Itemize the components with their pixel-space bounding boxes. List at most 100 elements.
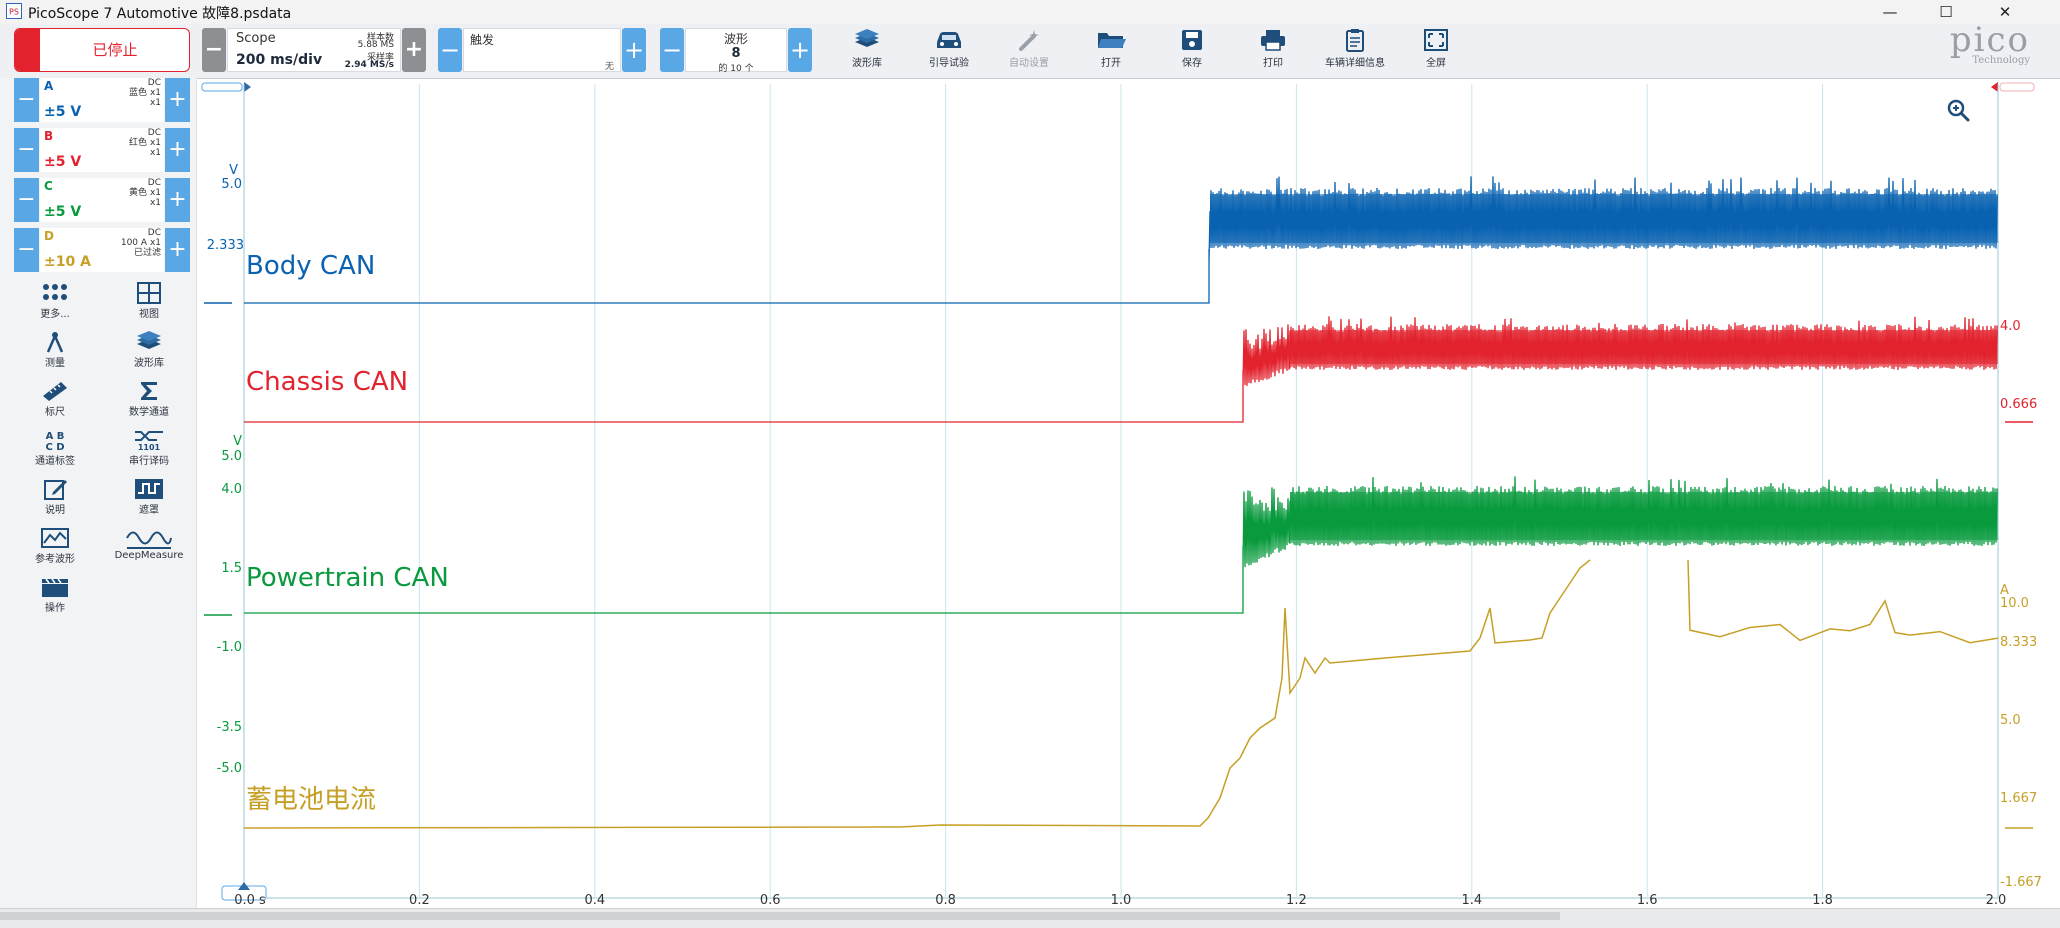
- waveform-of-total: 的 10 个: [718, 64, 754, 74]
- waveform-next-button[interactable]: +: [788, 28, 812, 72]
- axis-value-label: 8.333: [2000, 635, 2037, 650]
- waveform-library-button[interactable]: 波形库: [832, 28, 902, 74]
- trigger-increase-button[interactable]: +: [622, 28, 646, 72]
- window-title: PicoScope 7 Automotive 故障8.psdata: [28, 6, 292, 22]
- channel-d-letter: D: [44, 229, 54, 243]
- logo-wordmark: pico: [1949, 20, 2030, 60]
- deepmeasure-button[interactable]: DeepMeasure: [104, 527, 194, 561]
- channel-d-settings[interactable]: D ±10 A DC 100 A x1 已过滤: [40, 228, 164, 272]
- mask-button[interactable]: 遮罩: [104, 478, 194, 516]
- channel-c-increase-button[interactable]: +: [165, 178, 190, 222]
- channel-c-settings[interactable]: C ±5 V DC 黄色 x1 x1: [40, 178, 164, 222]
- math-channels-button[interactable]: 数学通道: [104, 380, 194, 418]
- zoom-in-icon[interactable]: [1947, 99, 1970, 122]
- channel-labels-label: 通道标签: [35, 456, 75, 467]
- channel-b-burst-fill: [1290, 330, 1998, 364]
- view-button[interactable]: 视图: [104, 282, 194, 320]
- channel-d-meta: DC 100 A x1 已过滤: [120, 228, 161, 258]
- timebase-control[interactable]: Scope 200 ms/div 样本数 5.88 MS 采样率 2.94 MS…: [227, 28, 401, 72]
- time-ruler-marker-right[interactable]: [1991, 82, 1998, 92]
- waveform-library-label: 波形库: [852, 58, 882, 69]
- top-ruler-right[interactable]: [1999, 82, 2035, 92]
- channel-b-decrease-button[interactable]: −: [14, 128, 39, 172]
- channel-d-control[interactable]: − D ±10 A DC 100 A x1 已过滤 +: [14, 228, 190, 272]
- channel-b-control[interactable]: − B ±5 V DC 红色 x1 x1 +: [14, 128, 190, 172]
- mask-icon: [135, 479, 163, 499]
- timebase-increase-button[interactable]: +: [402, 28, 426, 72]
- clapper-icon: [42, 578, 68, 597]
- measure-button[interactable]: 测量: [10, 331, 100, 369]
- axis-value-label: 5.0: [2000, 713, 2021, 728]
- x-tick-label: 0.4: [584, 893, 605, 908]
- actions-button[interactable]: 操作: [10, 576, 100, 614]
- channel-b-increase-button[interactable]: +: [165, 128, 190, 172]
- open-file-button[interactable]: 打开: [1076, 28, 1146, 74]
- minimize-button[interactable]: —: [1867, 0, 1913, 24]
- channel-d-decrease-button[interactable]: −: [14, 228, 39, 272]
- clipboard-icon: [1346, 29, 1364, 52]
- guided-test-button[interactable]: 引导试验: [914, 28, 984, 74]
- folder-icon: [1098, 33, 1126, 48]
- wand-icon: [1019, 30, 1039, 51]
- waveform-previous-button[interactable]: −: [660, 28, 684, 72]
- reference-waveforms-button[interactable]: 参考波形: [10, 527, 100, 565]
- channel-c-decrease-button[interactable]: −: [14, 178, 39, 222]
- x-tick-label: 1.0: [1111, 893, 1132, 908]
- auto-setup-button[interactable]: 自动设置: [994, 28, 1064, 74]
- top-ruler-left[interactable]: [201, 82, 243, 92]
- save-icon: [1182, 30, 1202, 50]
- trigger-label: 触发: [470, 33, 495, 47]
- save-button[interactable]: 保存: [1157, 28, 1227, 74]
- ruler-button[interactable]: 标尺: [10, 380, 100, 418]
- timebase-decrease-button[interactable]: −: [202, 28, 226, 72]
- channel-d-increase-button[interactable]: +: [165, 228, 190, 272]
- trigger-decrease-button[interactable]: −: [438, 28, 462, 72]
- channel-a-meta: DC 蓝色 x1 x1: [129, 78, 161, 108]
- trigger-control[interactable]: 触发 无: [463, 28, 621, 72]
- channel-a-range: ±5 V: [44, 104, 82, 120]
- trace-name-label: Powertrain CAN: [246, 563, 449, 593]
- fullscreen-button[interactable]: 全屏: [1401, 28, 1471, 74]
- samples-value: 5.88 MS: [357, 40, 394, 50]
- channel-d-range: ±10 A: [44, 254, 91, 270]
- axis-value-label: 10.0: [2000, 596, 2029, 611]
- axis-value-label: -5.0: [217, 761, 242, 776]
- more-button[interactable]: 更多...: [10, 282, 100, 320]
- view-grid-icon: [137, 282, 161, 304]
- run-state-stripe: [15, 29, 40, 71]
- channel-c-letter: C: [44, 179, 53, 193]
- notes-button[interactable]: 说明: [10, 478, 100, 516]
- side-waveform-library-button[interactable]: 波形库: [104, 331, 194, 369]
- time-ruler-marker-left[interactable]: [244, 82, 251, 92]
- scope-view[interactable]: 0.0 s 0.2 0.4 0.6 0.8 1.0 1.2 1.4 1.6 1.8 2.0 V 5.0 2…: [200, 78, 2060, 910]
- picoscope-app-icon: PS: [6, 3, 22, 19]
- vehicle-details-button[interactable]: 车辆详细信息: [1320, 28, 1390, 74]
- axis-value-label: 4.0: [221, 482, 242, 497]
- x-tick-label: 1.8: [1812, 893, 1833, 908]
- channel-labels-button[interactable]: A B C D 通道标签: [10, 429, 100, 467]
- car-icon: [937, 32, 961, 48]
- serial-decoding-button[interactable]: 1101 串行译码: [104, 429, 194, 467]
- channel-c-control[interactable]: − C ±5 V DC 黄色 x1 x1 +: [14, 178, 190, 222]
- deepmeasure-icon: [126, 531, 172, 549]
- channel-a-increase-button[interactable]: +: [165, 78, 190, 122]
- channel-b-range: ±5 V: [44, 154, 82, 170]
- title-bar: PS PicoScope 7 Automotive 故障8.psdata — ☐…: [0, 0, 2060, 25]
- channel-b-meta: DC 红色 x1 x1: [129, 128, 161, 158]
- trace-name-label: 蓄电池电流: [246, 785, 376, 815]
- channel-a-settings[interactable]: A ±5 V DC 蓝色 x1 x1: [40, 78, 164, 122]
- fullscreen-icon: [1424, 29, 1448, 51]
- axis-value-label: V: [229, 163, 238, 178]
- print-button[interactable]: 打印: [1238, 28, 1308, 74]
- channel-b-settings[interactable]: B ±5 V DC 红色 x1 x1: [40, 128, 164, 172]
- horizontal-scrollbar[interactable]: [0, 912, 1560, 920]
- channel-a-control[interactable]: − A ±5 V DC 蓝色 x1 x1 +: [14, 78, 190, 122]
- waveform-buffer-control[interactable]: 波形 8 的 10 个: [685, 28, 787, 74]
- axis-value-label: -3.5: [217, 720, 242, 735]
- scope-plot[interactable]: 0.0 s 0.2 0.4 0.6 0.8 1.0 1.2 1.4 1.6 1.8 2.0V5.02…: [200, 78, 2060, 910]
- view-label: 视图: [139, 309, 159, 320]
- side-waveform-library-label: 波形库: [134, 358, 164, 369]
- channel-a-decrease-button[interactable]: −: [14, 78, 39, 122]
- run-stop-button[interactable]: 已停止: [14, 28, 190, 72]
- x-tick-label: 1.4: [1461, 893, 1482, 908]
